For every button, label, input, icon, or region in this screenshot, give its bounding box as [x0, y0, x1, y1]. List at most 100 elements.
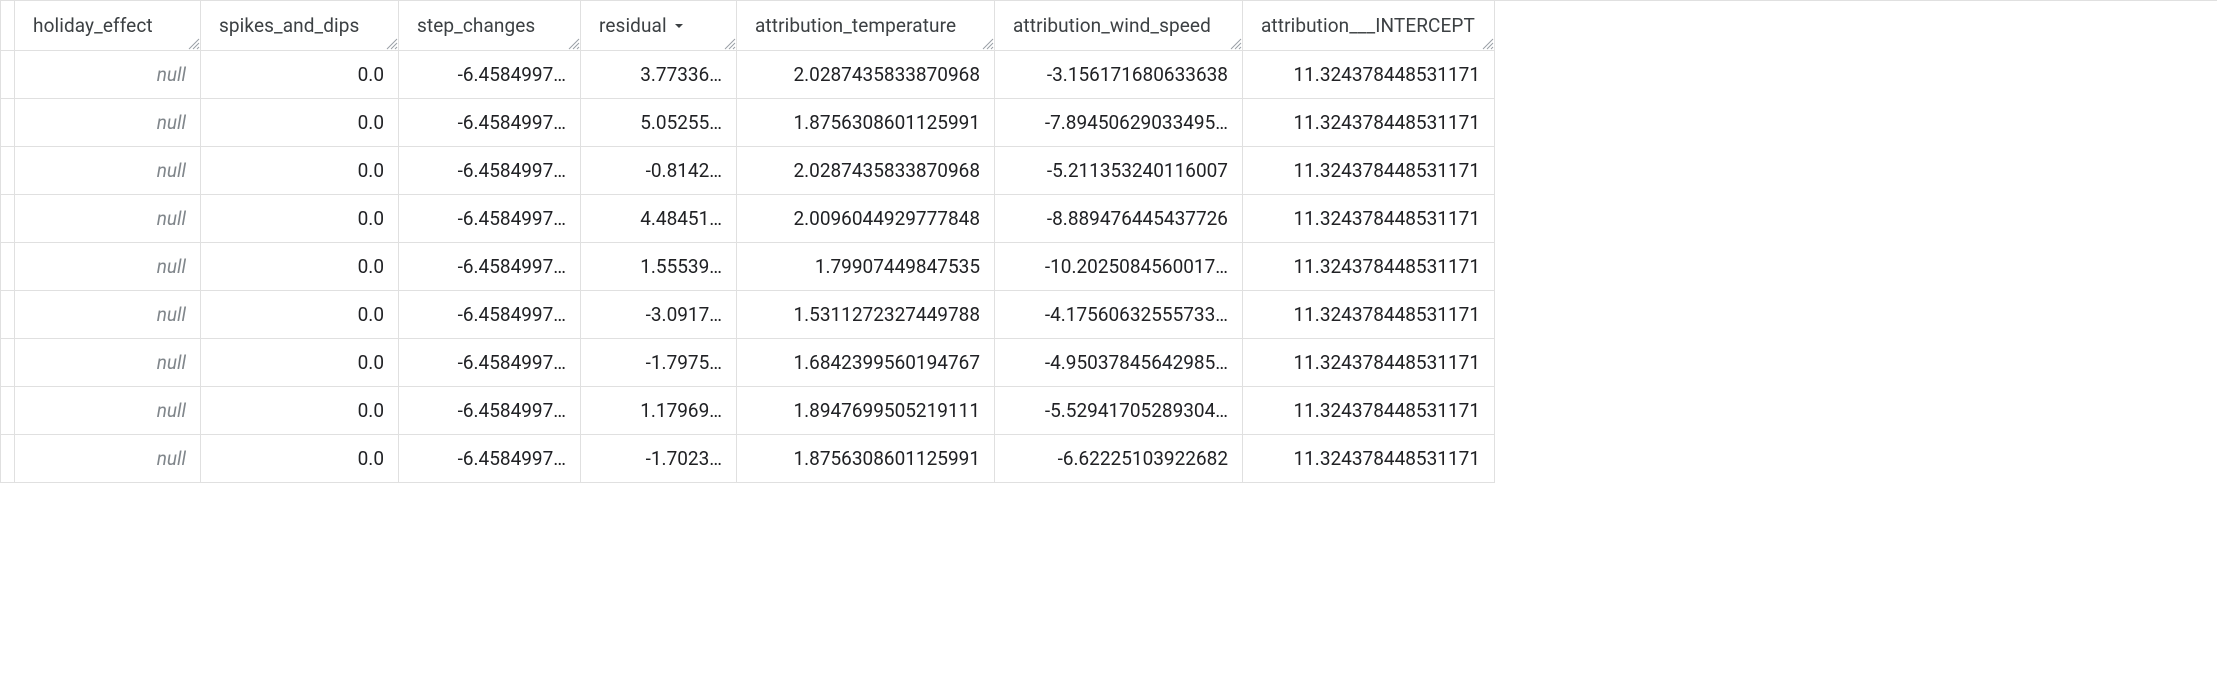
- cell-attribution_intercept[interactable]: 11.324378448531171: [1243, 435, 1495, 483]
- cell-holiday_effect[interactable]: null: [15, 147, 201, 195]
- cell-holiday_effect[interactable]: null: [15, 99, 201, 147]
- column-header-holiday-effect[interactable]: holiday_effect: [15, 1, 201, 51]
- cell-attribution_intercept[interactable]: 11.324378448531171: [1243, 195, 1495, 243]
- column-header-residual[interactable]: residual: [581, 1, 737, 51]
- cell-holiday_effect[interactable]: null: [15, 387, 201, 435]
- cell-residual[interactable]: 3.77336…: [581, 51, 737, 99]
- cell-step_changes[interactable]: -6.4584997…: [399, 243, 581, 291]
- cell-attribution_wind_speed[interactable]: -6.62225103922682: [995, 435, 1243, 483]
- cell-attribution_wind_speed[interactable]: -5.211353240116007: [995, 147, 1243, 195]
- cell-step_changes[interactable]: -6.4584997…: [399, 99, 581, 147]
- cell-step_changes[interactable]: -6.4584997…: [399, 195, 581, 243]
- cell-spikes_and_dips[interactable]: 0.0: [201, 147, 399, 195]
- cell-step_changes[interactable]: -6.4584997…: [399, 291, 581, 339]
- cell-attribution_temperature[interactable]: 2.0287435833870968: [737, 147, 995, 195]
- cell-attribution_wind_speed[interactable]: -4.95037845642985…: [995, 339, 1243, 387]
- resize-handle-icon[interactable]: [186, 36, 200, 50]
- table-row[interactable]: null 0.0 -6.4584997…3.77336…2.028743583387…: [1, 51, 2217, 99]
- table-row[interactable]: null0.0-6.4584997… 5.05255… 1.875630860112…: [1, 99, 2217, 147]
- table-row[interactable]: null0.0-6.4584997…1.17969… 1.894769950521…: [1, 387, 2217, 435]
- cell-spikes_and_dips[interactable]: 0.0: [201, 339, 399, 387]
- cell-attribution_temperature[interactable]: 1.8947699505219111: [737, 387, 995, 435]
- cell-attribution_intercept[interactable]: 11.324378448531171: [1243, 291, 1495, 339]
- cell-attribution_intercept[interactable]: 11.324378448531171: [1243, 243, 1495, 291]
- column-header-spikes-and-dips[interactable]: spikes_and_dips: [201, 1, 399, 51]
- cell-attribution_temperature[interactable]: 2.0096044929777848: [737, 195, 995, 243]
- table-row[interactable]: null0.0-6.4584997…-0.8142… 2.028743583387…: [1, 147, 2217, 195]
- cell-step_changes[interactable]: -6.4584997…: [399, 147, 581, 195]
- cell-value: -5.211353240116007: [1047, 159, 1228, 182]
- cell-spikes_and_dips[interactable]: 0.0: [201, 195, 399, 243]
- cell-attribution_intercept[interactable]: 11.324378448531171: [1243, 99, 1495, 147]
- cell-attribution_wind_speed[interactable]: -5.52941705289304…: [995, 387, 1243, 435]
- sort-desc-icon[interactable]: [673, 20, 685, 32]
- cell-holiday_effect[interactable]: null: [15, 195, 201, 243]
- cell-attribution_temperature[interactable]: 2.0287435833870968: [737, 51, 995, 99]
- cell-spikes_and_dips[interactable]: 0.0: [201, 99, 399, 147]
- cell-residual[interactable]: -0.8142…: [581, 147, 737, 195]
- cell-holiday_effect[interactable]: null: [15, 291, 201, 339]
- resize-handle-icon[interactable]: [722, 36, 736, 50]
- cell-spikes_and_dips[interactable]: 0.0: [201, 387, 399, 435]
- cell-attribution_intercept[interactable]: 11.324378448531171: [1243, 147, 1495, 195]
- cell-attribution_temperature[interactable]: 1.5311272327449788: [737, 291, 995, 339]
- cell-spikes_and_dips[interactable]: 0.0: [201, 291, 399, 339]
- cell-value: 5.05255…: [640, 111, 722, 134]
- cell-step_changes[interactable]: -6.4584997…: [399, 387, 581, 435]
- resize-handle-icon[interactable]: [980, 36, 994, 50]
- cell-value: 1.5311272327449788: [793, 303, 980, 326]
- column-header-step-changes[interactable]: step_changes: [399, 1, 581, 51]
- cell-residual[interactable]: 1.55539…: [581, 243, 737, 291]
- cell-value: -10.2025084560017…: [1045, 255, 1228, 278]
- cell-value: 1.8947699505219111: [793, 399, 980, 422]
- table-row[interactable]: null0.0-6.4584997…-3.0917… 1.531127232744…: [1, 291, 2217, 339]
- cell-residual[interactable]: 1.17969…: [581, 387, 737, 435]
- cell-attribution_temperature[interactable]: 1.6842399560194767: [737, 339, 995, 387]
- cell-residual[interactable]: 4.48451…: [581, 195, 737, 243]
- row-edge: [1, 291, 15, 339]
- cell-attribution_temperature[interactable]: 1.79907449847535: [737, 243, 995, 291]
- cell-spikes_and_dips[interactable]: 0.0: [201, 51, 399, 99]
- cell-residual[interactable]: -1.7975…: [581, 339, 737, 387]
- cell-step_changes[interactable]: -6.4584997…: [399, 339, 581, 387]
- resize-handle-icon[interactable]: [566, 36, 580, 50]
- row-edge: [1, 147, 15, 195]
- cell-spikes_and_dips[interactable]: 0.0: [201, 435, 399, 483]
- cell-holiday_effect[interactable]: null: [15, 435, 201, 483]
- cell-attribution_intercept[interactable]: 11.324378448531171: [1243, 387, 1495, 435]
- cell-attribution_wind_speed[interactable]: -7.89450629033495…: [995, 99, 1243, 147]
- resize-handle-icon[interactable]: [384, 36, 398, 50]
- cell-value: 1.6842399560194767: [793, 351, 980, 374]
- cell-attribution_wind_speed[interactable]: -3.156171680633638: [995, 51, 1243, 99]
- cell-attribution_intercept[interactable]: 11.324378448531171: [1243, 339, 1495, 387]
- cell-residual[interactable]: -3.0917…: [581, 291, 737, 339]
- cell-step_changes[interactable]: -6.4584997…: [399, 435, 581, 483]
- cell-holiday_effect[interactable]: null: [15, 243, 201, 291]
- table-row[interactable]: null0.0-6.4584997…-1.7975… 1.684239956019…: [1, 339, 2217, 387]
- cell-attribution_intercept[interactable]: 11.324378448531171: [1243, 51, 1495, 99]
- cell-value: -6.4584997…: [458, 447, 566, 470]
- column-header-attribution-intercept[interactable]: attribution___INTERCEPT: [1243, 1, 1495, 51]
- cell-value: 2.0287435833870968: [793, 159, 980, 182]
- cell-residual[interactable]: 5.05255…: [581, 99, 737, 147]
- table-row[interactable]: null0.0-6.4584997…4.48451…2.009604492977…: [1, 195, 2217, 243]
- row-edge: [1, 99, 15, 147]
- cell-attribution_temperature[interactable]: 1.8756308601125991: [737, 99, 995, 147]
- column-header-attribution-wind-speed[interactable]: attribution_wind_speed: [995, 1, 1243, 51]
- cell-attribution_wind_speed[interactable]: -8.889476445437726: [995, 195, 1243, 243]
- cell-holiday_effect[interactable]: null: [15, 51, 201, 99]
- cell-attribution_wind_speed[interactable]: -4.17560632555733…: [995, 291, 1243, 339]
- column-header-attribution-temperature[interactable]: attribution_temperature: [737, 1, 995, 51]
- table-row[interactable]: null0.0-6.4584997…1.55539…1.799074498475…: [1, 243, 2217, 291]
- resize-handle-icon[interactable]: [1228, 36, 1242, 50]
- cell-step_changes[interactable]: -6.4584997…: [399, 51, 581, 99]
- cell-value: 0.0: [358, 63, 384, 86]
- cell-residual[interactable]: -1.7023…: [581, 435, 737, 483]
- table-row[interactable]: null0.0 -6.4584997… -1.7023…1.875630860112…: [1, 435, 2217, 483]
- row-edge: [1, 195, 15, 243]
- cell-attribution_temperature[interactable]: 1.8756308601125991: [737, 435, 995, 483]
- cell-attribution_wind_speed[interactable]: -10.2025084560017…: [995, 243, 1243, 291]
- resize-handle-icon[interactable]: [1480, 36, 1494, 50]
- cell-spikes_and_dips[interactable]: 0.0: [201, 243, 399, 291]
- cell-holiday_effect[interactable]: null: [15, 339, 201, 387]
